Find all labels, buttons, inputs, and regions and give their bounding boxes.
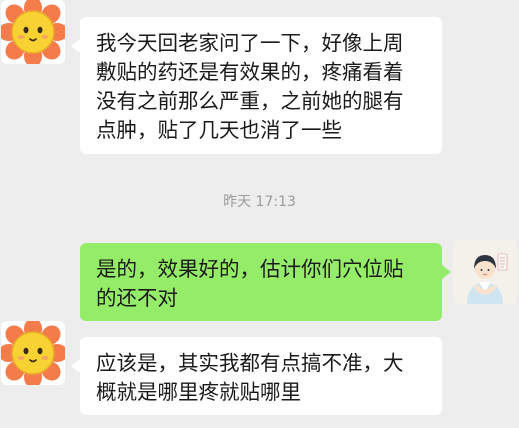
sunflower-avatar-icon [1, 321, 65, 385]
contact-avatar[interactable] [1, 321, 65, 385]
message-bubble-outgoing[interactable]: 是的，效果好的，估计你们穴位贴 的还不对 [80, 243, 451, 321]
self-avatar[interactable] [453, 240, 517, 304]
sunflower-avatar-icon [1, 0, 65, 64]
message-bubble-incoming[interactable]: 我今天回老家问了一下，好像上周 敷贴的药还是有效果的，疼痛看着 没有之前那么严重… [71, 17, 442, 154]
contact-avatar[interactable] [1, 0, 65, 64]
doctor-avatar-icon [453, 240, 517, 304]
message-bubble-incoming[interactable]: 应该是，其实我都有点搞不准，大 概就是哪里疼就贴哪里 [71, 337, 442, 415]
timestamp: 昨天 17:13 [223, 194, 296, 210]
